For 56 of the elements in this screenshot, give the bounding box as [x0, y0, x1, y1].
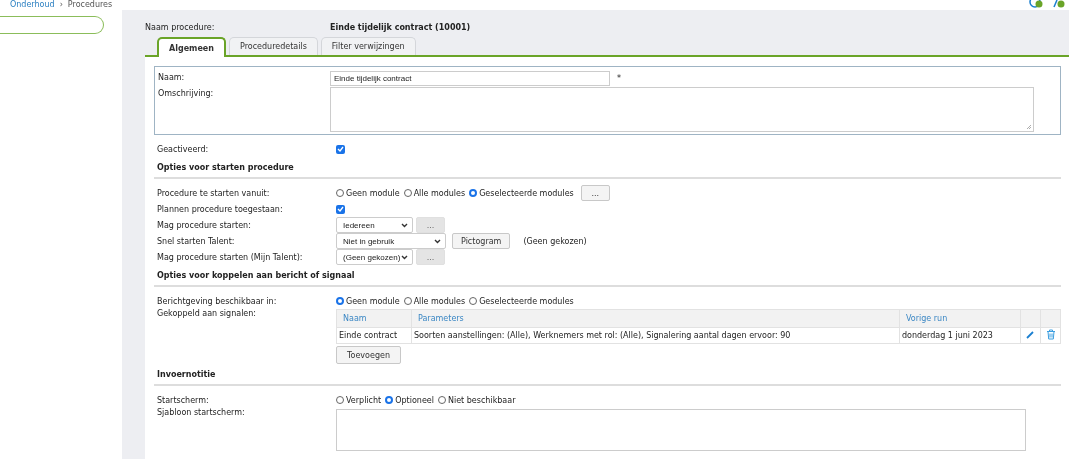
field-label: Plannen procedure toegestaan: — [156, 204, 284, 214]
selection-note: (Geen gekozen) — [523, 236, 587, 246]
field-label: Berichtgeving beschikbaar in: — [156, 296, 278, 306]
select-field[interactable]: (Geen gekozen) — [336, 249, 413, 265]
table-cell: donderdag 1 juni 2023 — [899, 327, 1021, 344]
radio-option[interactable]: Alle modules — [403, 296, 466, 306]
field-label: Startscherm: — [156, 395, 210, 405]
add-arrow-icon[interactable] — [1053, 0, 1065, 8]
table-cell: Soorten aanstellingen: (Alle), Werknemers met rol: (Alle), Signalering aantal dagen ervoor: 90 — [411, 327, 900, 344]
resize-grip-icon — [1026, 124, 1032, 130]
tab[interactable]: Filter verwijzingen — [320, 37, 416, 55]
select-field[interactable]: Iedereen — [336, 217, 413, 233]
radio-option[interactable]: Geen module — [336, 188, 400, 198]
section-title: Opties voor starten procedure — [154, 159, 1061, 179]
tab[interactable]: Algemeen — [157, 37, 226, 57]
checkbox[interactable] — [336, 144, 345, 154]
chevron-down-icon — [401, 254, 408, 260]
table-cell: Einde contract — [336, 327, 412, 344]
breadcrumb-text: Procedures — [67, 0, 113, 10]
tab[interactable]: Proceduredetails — [228, 37, 318, 55]
breadcrumb-link[interactable]: Onderhoud — [10, 0, 55, 10]
radio-option[interactable]: Optioneel — [385, 395, 434, 405]
column-header: Parameters — [411, 309, 900, 328]
delete-icon[interactable] — [1045, 329, 1056, 340]
more-button[interactable]: ... — [580, 185, 610, 201]
edit-icon[interactable] — [1026, 330, 1035, 339]
procedure-name: Einde tijdelijk contract (10001) — [330, 22, 471, 32]
add-button[interactable]: Toevoegen — [336, 346, 401, 364]
select-field[interactable]: Niet in gebruik — [336, 233, 446, 249]
field-label: Naam: — [158, 72, 186, 84]
radio-option[interactable]: Geselecteerde modules — [469, 296, 574, 306]
field-label: Omschrijving: — [158, 88, 215, 100]
field-label: Mag procedure starten: — [156, 220, 252, 230]
field-label: Procedure te starten vanuit: — [156, 188, 271, 198]
checkbox[interactable] — [336, 204, 345, 214]
required-mark: * — [617, 74, 621, 83]
breadcrumb-text: › — [59, 0, 63, 10]
field-label: Sjabloon startscherm: — [156, 408, 246, 417]
radio-option[interactable]: Geselecteerde modules — [469, 188, 574, 198]
radio-option[interactable]: Verplicht — [336, 395, 382, 405]
field-label: Geactiveerd: — [156, 144, 210, 154]
radio-option[interactable]: Geen module — [336, 296, 400, 306]
radio-option[interactable]: Niet beschikbaar — [437, 395, 516, 405]
radio-option[interactable]: Alle modules — [403, 188, 466, 198]
name-input[interactable]: Einde tijdelijk contract — [330, 71, 610, 86]
section-title: Invoernotitie — [154, 366, 1061, 386]
field-label: Snel starten Talent: — [156, 236, 236, 246]
field-label: Gekoppeld aan signalen: — [156, 309, 258, 318]
chevron-down-icon — [434, 238, 441, 244]
icon-button[interactable]: Pictogram — [452, 233, 511, 249]
column-header: Naam — [336, 309, 412, 328]
field-label: Naam procedure: — [145, 22, 216, 32]
field-label: Mag procedure starten (Mijn Talent): — [156, 252, 304, 262]
column-header: Vorige run — [899, 309, 1021, 328]
chevron-down-icon — [401, 222, 408, 228]
section-title: Opties voor koppelen aan bericht of signaal — [154, 267, 1061, 287]
